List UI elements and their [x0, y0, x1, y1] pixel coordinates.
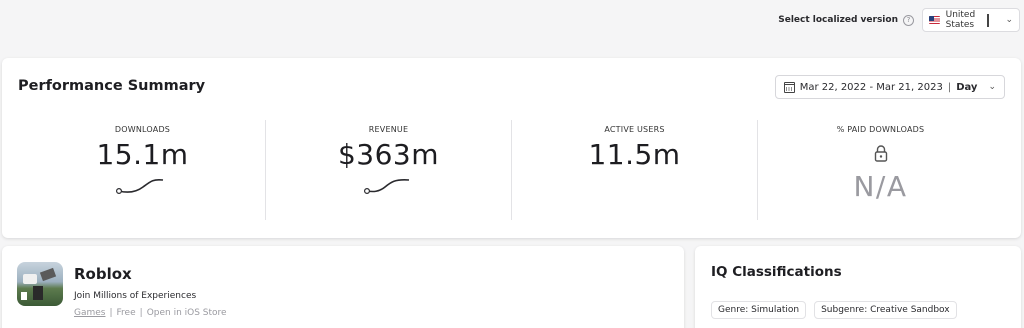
date-range-picker[interactable]: Mar 22, 2022 - Mar 21, 2023 | Day ⌄: [774, 75, 1005, 99]
help-icon[interactable]: ?: [903, 14, 914, 26]
date-separator: |: [947, 81, 952, 93]
iq-title: IQ Classifications: [711, 264, 842, 280]
us-flag-icon: [929, 16, 940, 24]
app-name: Roblox: [74, 265, 132, 283]
performance-summary-card: Performance Summary Mar 22, 2022 - Mar 2…: [2, 58, 1021, 238]
metric-downloads: DOWNLOADS 15.1m: [20, 120, 266, 220]
performance-title: Performance Summary: [18, 78, 206, 94]
calendar-icon: [783, 81, 795, 93]
metric-paid-downloads: % PAID DOWNLOADS N/A: [758, 120, 1003, 220]
text-cursor-icon: [987, 14, 989, 27]
meta-separator: |: [109, 308, 113, 318]
locale-select[interactable]: United States ⌄: [922, 8, 1020, 32]
app-tagline: Join Millions of Experiences: [74, 291, 197, 301]
date-range-text: Mar 22, 2022 - Mar 21, 2023: [799, 81, 943, 93]
locale-label: Select localized version ?: [778, 14, 914, 26]
metric-value: N/A: [853, 170, 908, 203]
downloads-sparkline: [115, 178, 163, 195]
chevron-down-icon: ⌄: [988, 82, 996, 92]
meta-separator: |: [139, 308, 143, 318]
subgenre-chip[interactable]: Subgenre: Creative Sandbox: [814, 301, 957, 319]
locale-label-text: Select localized version: [778, 15, 898, 25]
metric-value: 15.1m: [96, 138, 189, 171]
app-category-link[interactable]: Games: [74, 308, 105, 318]
app-price: Free: [116, 308, 136, 318]
metrics-row: DOWNLOADS 15.1m REVENUE $363m ACTIVE USE…: [20, 120, 1003, 220]
metric-label: DOWNLOADS: [114, 125, 171, 134]
metric-value: 11.5m: [588, 138, 681, 171]
chevron-down-icon: ⌄: [1005, 15, 1013, 25]
app-icon[interactable]: [17, 262, 63, 306]
granularity-value: Day: [956, 81, 978, 93]
open-in-store-link[interactable]: Open in iOS Store: [147, 308, 227, 318]
metric-label: % PAID DOWNLOADS: [836, 125, 925, 134]
revenue-sparkline: [363, 179, 409, 195]
app-info-card: Roblox Join Millions of Experiences Game…: [2, 246, 684, 328]
lock-icon: [874, 145, 887, 162]
classification-chips: Genre: Simulation Subgenre: Creative San…: [711, 301, 957, 319]
metric-revenue: REVENUE $363m: [266, 120, 512, 220]
metric-active-users: ACTIVE USERS 11.5m: [512, 120, 758, 220]
metric-label: REVENUE: [368, 125, 409, 134]
iq-classifications-card: IQ Classifications Genre: Simulation Sub…: [695, 246, 1021, 328]
metric-value: $363m: [337, 138, 440, 171]
locale-bar: Select localized version ? United States…: [778, 8, 1020, 32]
metric-label: ACTIVE USERS: [604, 125, 665, 134]
genre-chip[interactable]: Genre: Simulation: [711, 301, 807, 319]
locale-selected-value: United States: [945, 10, 976, 30]
app-meta: Games | Free | Open in iOS Store: [74, 308, 227, 318]
